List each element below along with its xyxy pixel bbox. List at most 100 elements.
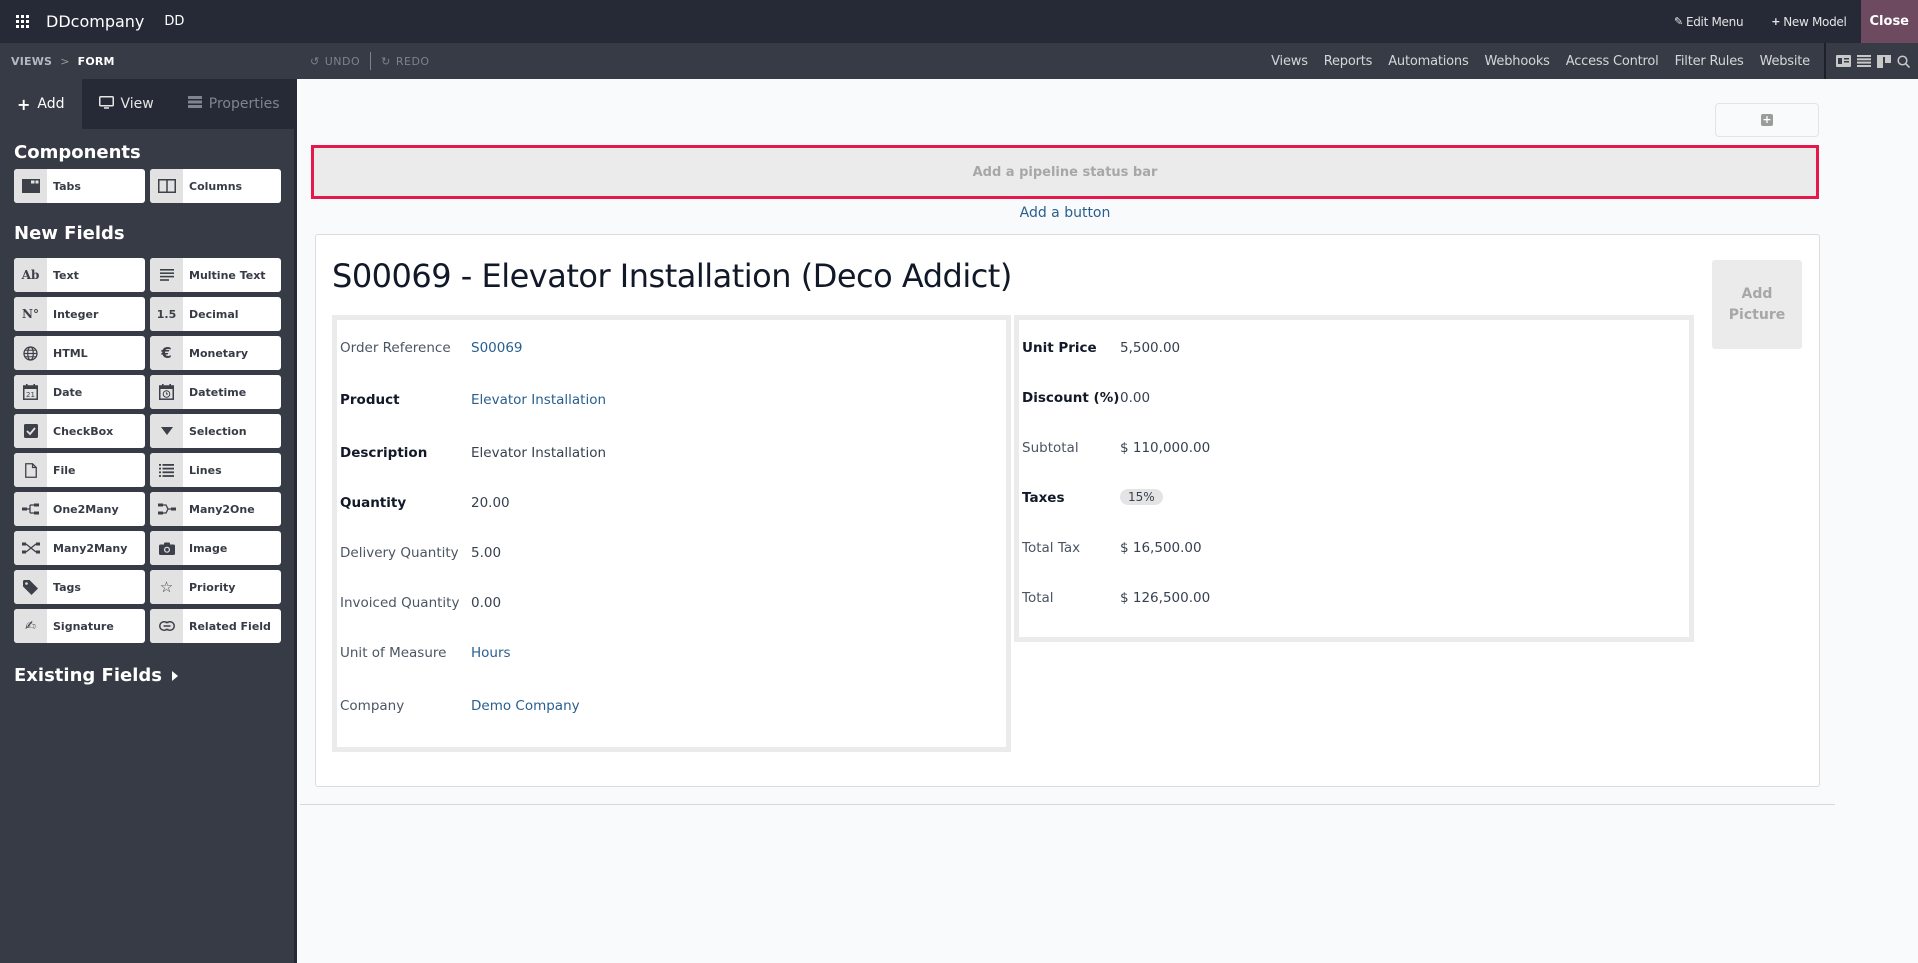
field-lines-label: Lines — [189, 463, 222, 477]
pipeline-status-bar-placeholder[interactable]: Add a pipeline status bar — [311, 145, 1819, 199]
components-list: Tabs Columns — [0, 169, 294, 203]
camera-icon — [150, 531, 183, 565]
menu-access-control[interactable]: Access Control — [1558, 54, 1667, 69]
field-many2many[interactable]: Many2Many — [14, 531, 145, 565]
apps-menu-icon[interactable] — [0, 0, 44, 43]
add-picture-button[interactable]: Add Picture — [1712, 260, 1802, 349]
form-view-icon[interactable] — [1836, 55, 1851, 67]
field-integer[interactable]: N° Integer — [14, 297, 145, 331]
menu-filter-rules[interactable]: Filter Rules — [1667, 54, 1752, 69]
kanban-view-icon[interactable] — [1877, 54, 1891, 68]
menu-automations[interactable]: Automations — [1380, 54, 1476, 69]
field-signature-label: Signature — [53, 619, 114, 633]
new-model-button[interactable]: + New Model — [1757, 0, 1860, 43]
field-many2one[interactable]: Many2One — [150, 492, 281, 526]
field-row[interactable]: Description Elevator Installation — [340, 445, 1000, 461]
field-value[interactable]: Elevator Installation — [471, 392, 606, 408]
field-value[interactable]: Demo Company — [471, 698, 580, 714]
field-priority[interactable]: ☆ Priority — [150, 570, 281, 604]
field-checkbox[interactable]: CheckBox — [14, 414, 145, 448]
field-row[interactable]: Delivery Quantity 5.00 — [340, 545, 1000, 561]
calendar-icon: 21 — [14, 375, 47, 409]
field-row[interactable]: Unit of Measure Hours — [340, 645, 1000, 661]
field-value: $ 110,000.00 — [1120, 440, 1211, 456]
close-button[interactable]: Close — [1860, 0, 1918, 43]
redo-button[interactable]: ↻ REDO — [381, 55, 429, 68]
view-type-switcher — [1824, 43, 1918, 79]
breadcrumb-views[interactable]: VIEWS — [11, 55, 52, 68]
field-row[interactable]: Unit Price 5,500.00 — [1022, 340, 1682, 356]
menu-website[interactable]: Website — [1752, 54, 1818, 69]
field-row[interactable]: Total $ 126,500.00 — [1022, 590, 1682, 606]
component-columns[interactable]: Columns — [150, 169, 281, 203]
list-view-icon[interactable] — [1857, 55, 1871, 67]
field-image[interactable]: Image — [150, 531, 281, 565]
field-row[interactable]: Invoiced Quantity 0.00 — [340, 595, 1000, 611]
add-header-button[interactable]: + — [1715, 103, 1819, 137]
field-lines[interactable]: Lines — [150, 453, 281, 487]
breadcrumb: VIEWS > FORM — [0, 55, 300, 68]
field-label: Order Reference — [340, 340, 451, 356]
checkbox-icon — [14, 414, 47, 448]
studio-menu: Views Reports Automations Webhooks Acces… — [1263, 43, 1918, 79]
sidebar-tab-properties-label: Properties — [208, 96, 280, 112]
field-label: Total — [1022, 590, 1054, 606]
field-row[interactable]: Discount (%) 0.00 — [1022, 390, 1682, 406]
field-row[interactable]: Total Tax $ 16,500.00 — [1022, 540, 1682, 556]
field-row[interactable]: Subtotal $ 110,000.00 — [1022, 440, 1682, 456]
field-date[interactable]: 21 Date — [14, 375, 145, 409]
one2many-icon — [14, 492, 47, 526]
field-text[interactable]: Ab Text — [14, 258, 145, 292]
field-file[interactable]: File — [14, 453, 145, 487]
component-columns-label: Columns — [189, 179, 243, 193]
pencil-icon: ✎ — [1674, 15, 1683, 28]
field-selection[interactable]: Selection — [150, 414, 281, 448]
existing-fields-toggle[interactable]: Existing Fields — [0, 643, 294, 708]
edit-menu-button[interactable]: ✎ Edit Menu — [1660, 0, 1757, 43]
field-image-label: Image — [189, 541, 228, 555]
field-decimal-label: Decimal — [189, 307, 239, 321]
field-one2many-label: One2Many — [53, 502, 119, 516]
field-row[interactable]: Product Elevator Installation — [340, 392, 1000, 408]
field-datetime[interactable]: Datetime — [150, 375, 281, 409]
field-row[interactable]: Company Demo Company — [340, 698, 1000, 714]
undo-label: UNDO — [324, 54, 361, 68]
add-button-link[interactable]: Add a button — [300, 205, 1830, 221]
file-icon — [14, 453, 47, 487]
tag-icon — [14, 570, 47, 604]
field-value: 20.00 — [471, 495, 510, 511]
sidebar-tab-properties[interactable]: Properties — [171, 79, 297, 129]
field-one2many[interactable]: One2Many — [14, 492, 145, 526]
menu-webhooks[interactable]: Webhooks — [1477, 54, 1558, 69]
field-html[interactable]: HTML — [14, 336, 145, 370]
field-row[interactable]: Taxes 15% — [1022, 489, 1682, 506]
sidebar-tab-add[interactable]: + Add — [0, 79, 82, 129]
edit-menu-label: Edit Menu — [1685, 14, 1744, 29]
record-title[interactable]: S00069 - Elevator Installation (Deco Add… — [332, 257, 1012, 295]
menu-reports[interactable]: Reports — [1316, 54, 1380, 69]
field-row[interactable]: Order Reference S00069 — [340, 340, 1000, 356]
field-signature[interactable]: ✍ Signature — [14, 609, 145, 643]
field-decimal[interactable]: 1.5 Decimal — [150, 297, 281, 331]
field-label: Subtotal — [1022, 440, 1079, 456]
field-multiline-text[interactable]: Multine Text — [150, 258, 281, 292]
field-tags[interactable]: Tags — [14, 570, 145, 604]
many2many-icon — [14, 531, 47, 565]
studio-sidebar: + Add View Properties Components Tabs Co… — [0, 79, 297, 963]
component-tabs[interactable]: Tabs — [14, 169, 145, 203]
field-related-field[interactable]: Related Field — [150, 609, 281, 643]
field-checkbox-label: CheckBox — [53, 424, 114, 438]
search-view-icon[interactable] — [1897, 54, 1910, 68]
app-brand[interactable]: DDcompany — [46, 12, 144, 31]
undo-button[interactable]: ↺ UNDO — [310, 55, 360, 68]
field-value: Elevator Installation — [471, 445, 607, 461]
company-switcher[interactable]: DD — [164, 14, 184, 29]
sidebar-tab-view[interactable]: View — [82, 79, 171, 129]
field-label: Unit Price — [1022, 340, 1097, 356]
field-monetary[interactable]: € Monetary — [150, 336, 281, 370]
field-row[interactable]: Quantity 20.00 — [340, 495, 1000, 511]
left-field-group: Order Reference S00069 Product Elevator Ins… — [332, 315, 1011, 752]
menu-views[interactable]: Views — [1263, 54, 1316, 69]
field-value[interactable]: S00069 — [471, 340, 523, 356]
field-value[interactable]: Hours — [471, 645, 511, 661]
